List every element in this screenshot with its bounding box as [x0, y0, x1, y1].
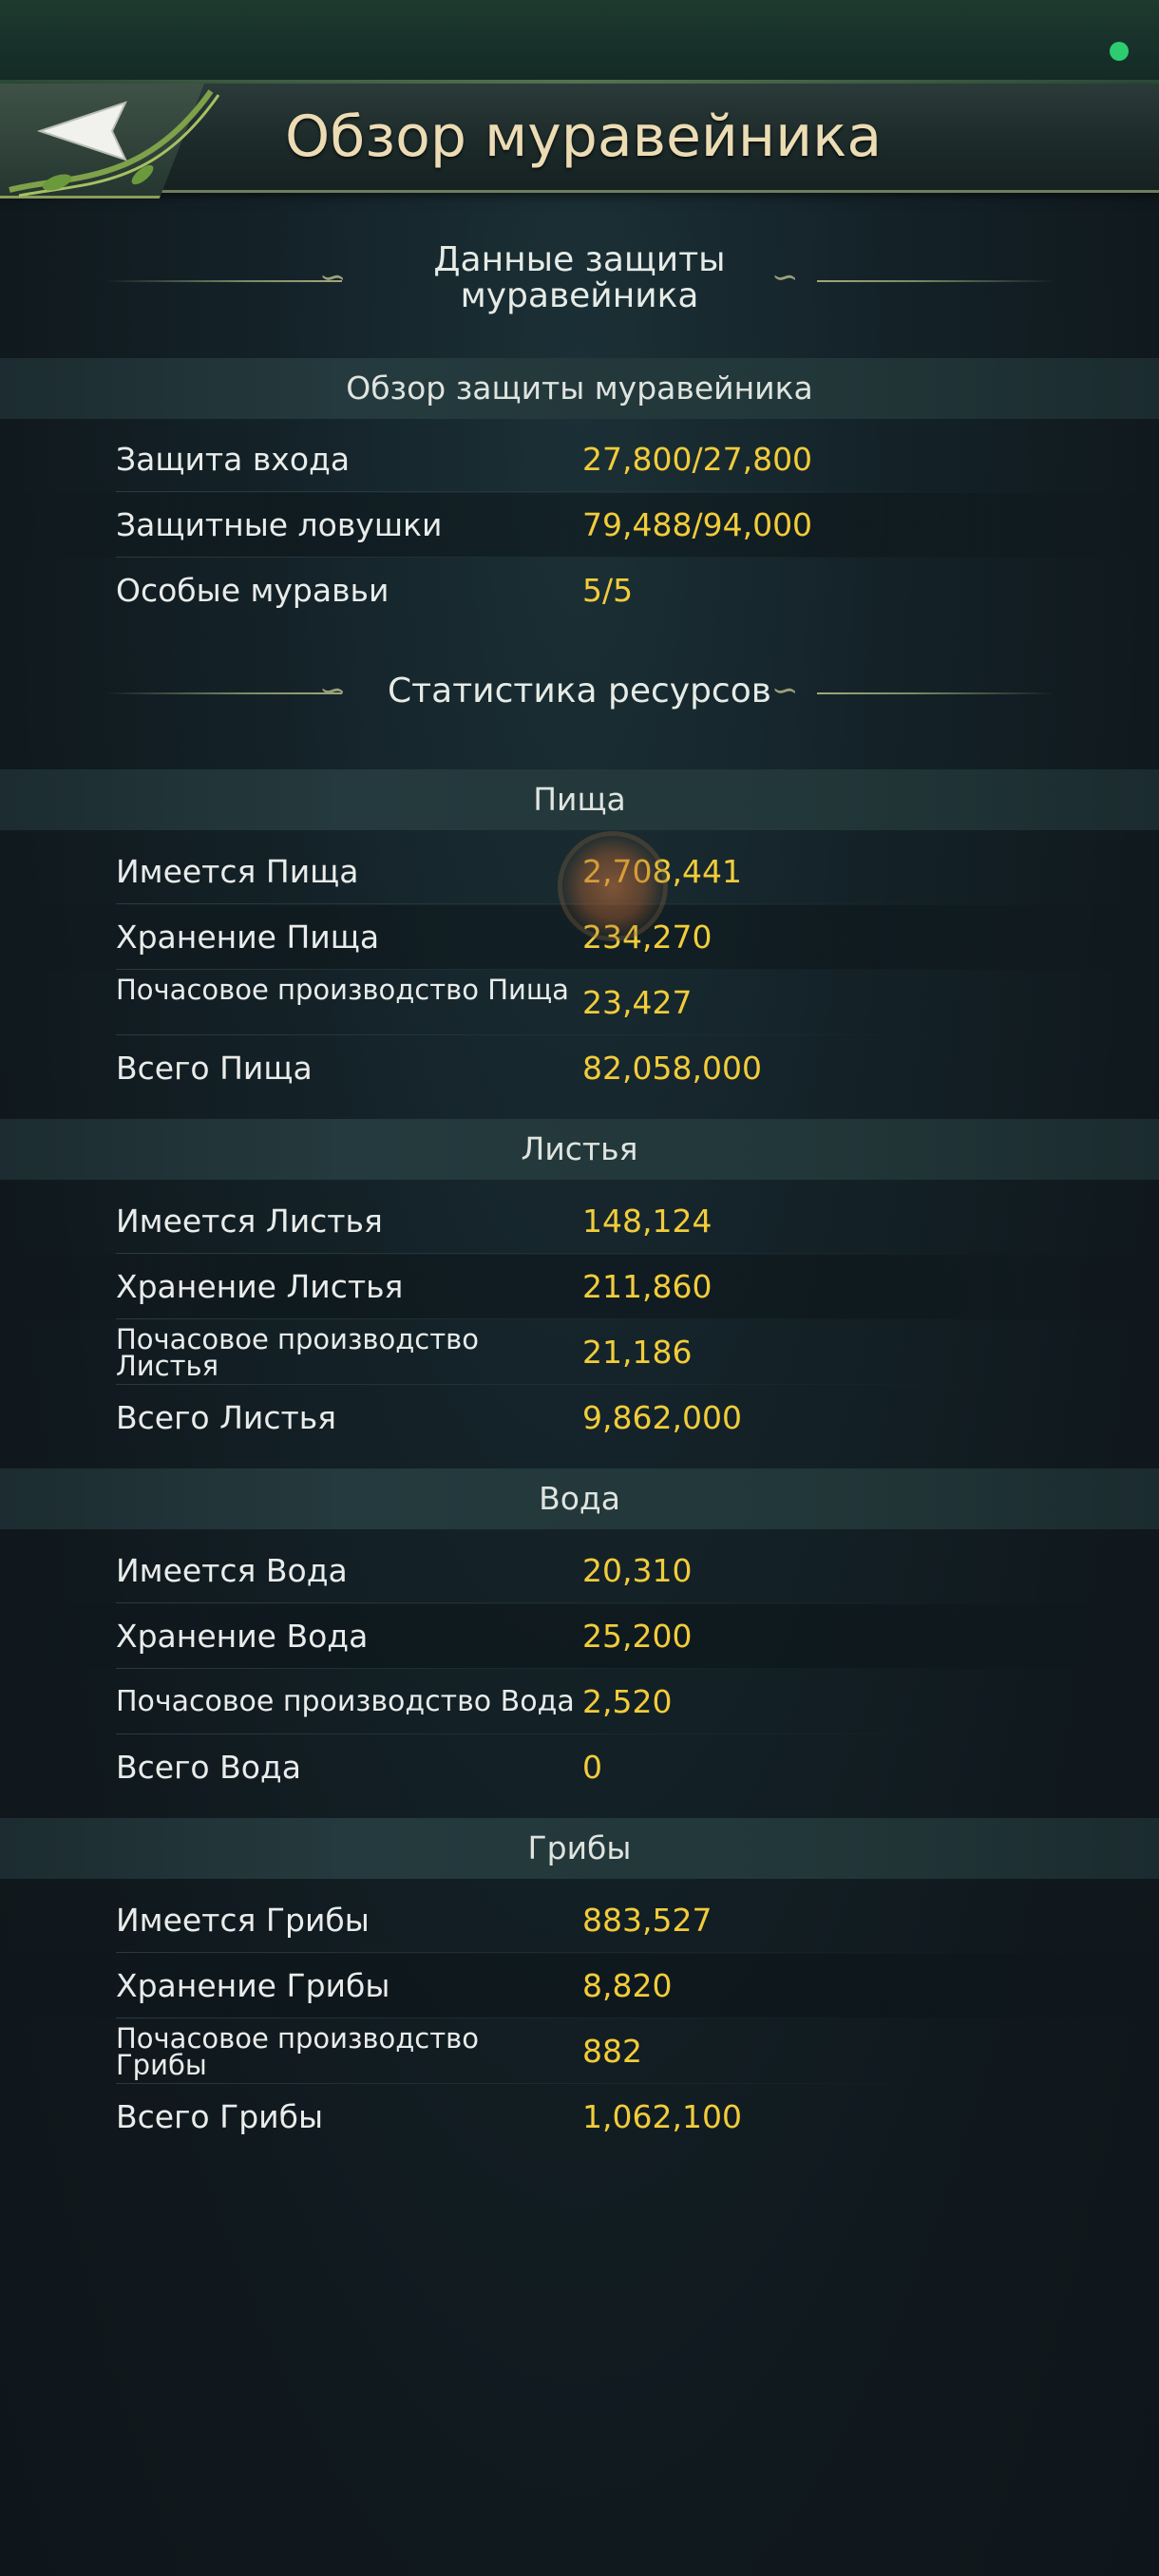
ornament-line-right — [817, 692, 1054, 694]
defense-section-title-line2: муравейника — [460, 276, 699, 315]
row-value: 79,488/94,000 — [582, 506, 813, 543]
water-row-hourly: Почасовое производство Вода 2,520 — [0, 1670, 1159, 1734]
row-divider — [116, 1253, 971, 1254]
row-label: Почасовое производство Грибы — [116, 2022, 479, 2081]
row-label: Всего Листья — [116, 1399, 337, 1436]
row-divider — [116, 1384, 971, 1385]
food-band-header: Пища — [0, 769, 1159, 830]
row-divider — [116, 1034, 971, 1035]
back-arrow-icon — [9, 89, 220, 198]
row-value: 82,058,000 — [582, 1050, 762, 1087]
row-value: 9,862,000 — [582, 1399, 742, 1436]
leaves-row-available: Имеется Листья 148,124 — [0, 1189, 1159, 1254]
row-divider — [116, 1952, 971, 1953]
online-status-dot — [1110, 42, 1129, 61]
row-label: Хранение Вода — [116, 1618, 369, 1655]
row-value: 2,520 — [582, 1683, 673, 1720]
food-row-hourly: Почасовое производство Пища 23,427 — [0, 971, 1159, 1035]
row-label: Имеется Грибы — [116, 1902, 370, 1939]
row-value: 882 — [582, 2033, 642, 2070]
row-label: Защитные ловушки — [116, 506, 443, 543]
row-label: Всего Грибы — [116, 2098, 324, 2135]
row-value: 27,800/27,800 — [582, 441, 813, 478]
row-divider — [116, 1733, 971, 1734]
ornament-swirl-right-icon: ∽ — [771, 672, 799, 710]
row-label: Почасовое производство Вода — [116, 1685, 575, 1718]
water-row-available: Имеется Вода 20,310 — [0, 1539, 1159, 1603]
water-row-storage: Хранение Вода 25,200 — [0, 1604, 1159, 1669]
touch-indicator — [562, 836, 663, 937]
leaves-band-header: Листья — [0, 1119, 1159, 1180]
row-divider — [116, 2017, 971, 2018]
leaves-row-storage: Хранение Листья 211,860 — [0, 1255, 1159, 1319]
row-divider — [116, 2083, 971, 2084]
row-divider — [116, 1668, 971, 1669]
page-title: Обзор муравейника — [285, 104, 883, 170]
defense-section-title-line1: Данные защиты — [433, 240, 726, 279]
ornament-swirl-right-icon: ∽ — [771, 258, 799, 296]
row-divider — [116, 557, 971, 558]
row-divider — [116, 969, 971, 970]
water-band-header: Вода — [0, 1468, 1159, 1529]
row-label: Всего Пища — [116, 1050, 313, 1087]
row-label: Имеется Пища — [116, 853, 359, 890]
fungi-row-storage: Хранение Грибы 8,820 — [0, 1954, 1159, 2018]
row-label: Имеется Листья — [116, 1203, 383, 1240]
row-label: Всего Вода — [116, 1749, 301, 1786]
ant-nest-overview-screen: Обзор муравейника ∽ Данные защиты мураве… — [0, 0, 1159, 2576]
row-value: 21,186 — [582, 1334, 693, 1371]
row-value: 5/5 — [582, 572, 634, 609]
row-label: Хранение Листья — [116, 1268, 404, 1305]
row-value: 883,527 — [582, 1902, 712, 1939]
row-value: 25,200 — [582, 1618, 693, 1655]
water-row-total: Всего Вода 0 — [0, 1735, 1159, 1800]
row-value: 1,062,100 — [582, 2098, 742, 2135]
leaves-row-hourly: Почасовое производство Листья 21,186 — [0, 1320, 1159, 1385]
row-label: Имеется Вода — [116, 1552, 348, 1589]
defense-band-header: Обзор защиты муравейника — [0, 358, 1159, 419]
row-value: 211,860 — [582, 1268, 712, 1305]
row-divider — [116, 1318, 971, 1319]
row-label: Особые муравьи — [116, 572, 390, 609]
row-value: 23,427 — [582, 984, 693, 1021]
row-divider — [116, 1602, 971, 1603]
row-label: Хранение Пища — [116, 919, 380, 956]
row-value: 20,310 — [582, 1552, 693, 1589]
row-label: Хранение Грибы — [116, 1967, 390, 2004]
defense-row-special-ants: Особые муравьи 5/5 — [0, 559, 1159, 623]
food-row-total: Всего Пища 82,058,000 — [0, 1036, 1159, 1101]
ornament-line-right — [817, 280, 1054, 282]
row-value: 8,820 — [582, 1967, 673, 2004]
leaves-row-total: Всего Листья 9,862,000 — [0, 1386, 1159, 1450]
fungi-band-header: Грибы — [0, 1818, 1159, 1879]
fungi-row-available: Имеется Грибы 883,527 — [0, 1888, 1159, 1953]
row-value: 0 — [582, 1749, 602, 1786]
row-value: 148,124 — [582, 1203, 712, 1240]
defense-row-entrance: Защита входа 27,800/27,800 — [0, 427, 1159, 492]
top-decorative-strip — [0, 0, 1159, 84]
row-label: Защита входа — [116, 441, 351, 478]
resources-section-title: Статистика ресурсов — [388, 672, 771, 710]
fungi-row-hourly: Почасовое производство Грибы 882 — [0, 2019, 1159, 2084]
row-label: Почасовое производство Листья — [116, 1323, 479, 1382]
back-button[interactable] — [0, 84, 228, 201]
row-label: Почасовое производство Пища — [116, 974, 569, 1006]
fungi-row-total: Всего Грибы 1,062,100 — [0, 2085, 1159, 2150]
row-divider — [116, 903, 971, 904]
defense-row-traps: Защитные ловушки 79,488/94,000 — [0, 493, 1159, 558]
row-divider — [116, 491, 971, 492]
